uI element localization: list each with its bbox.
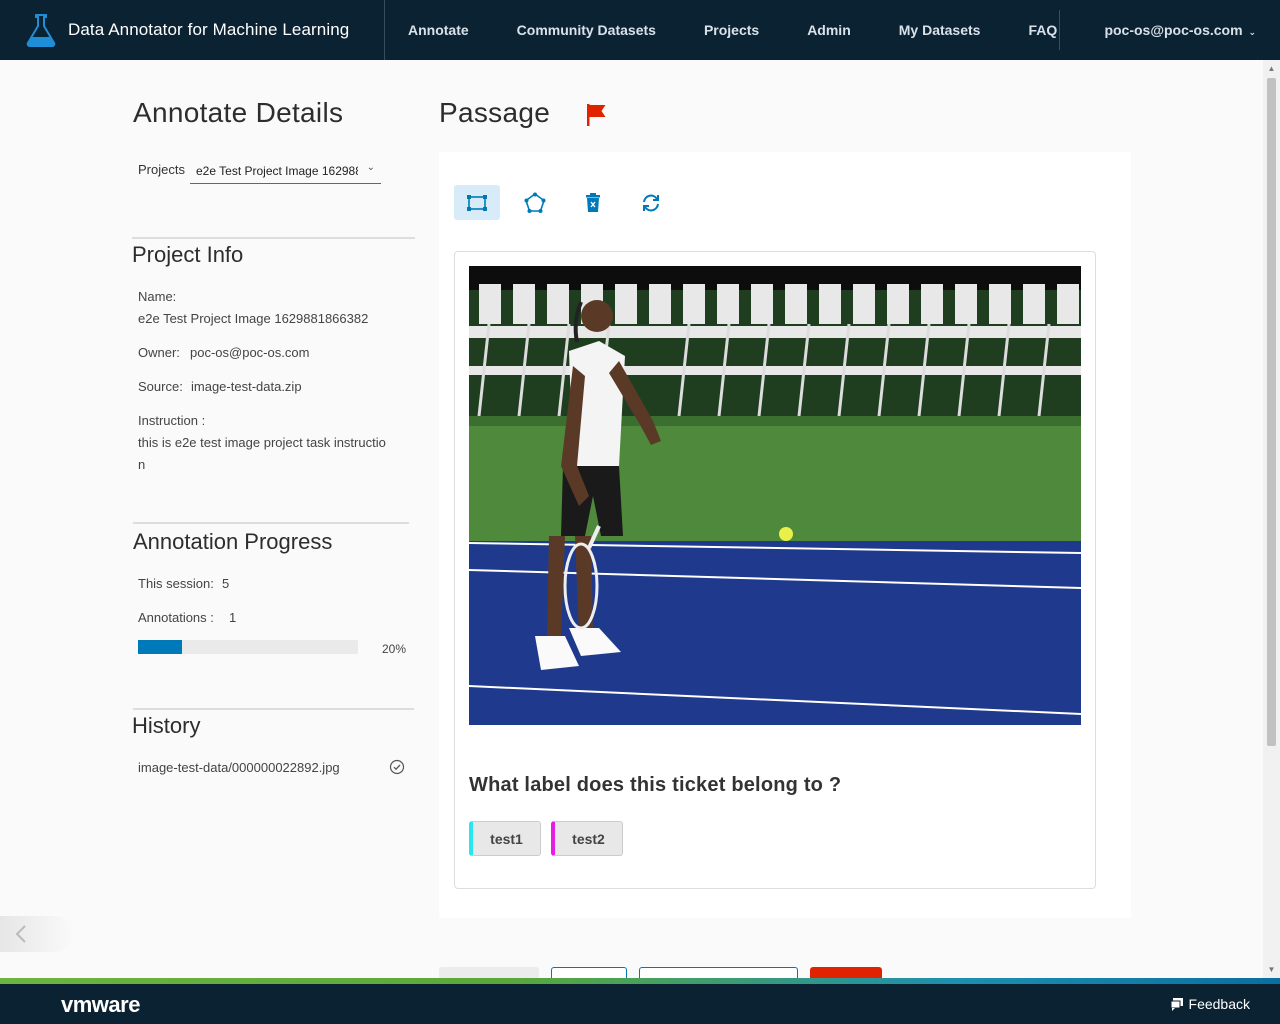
instruction-text-line1: this is e2e test image project task inst… — [138, 435, 386, 450]
check-circle-icon — [389, 759, 405, 775]
progress-bar — [138, 640, 358, 654]
feedback-button[interactable]: Feedback — [1170, 996, 1250, 1012]
annotate-details-title: Annotate Details — [133, 97, 344, 128]
brand[interactable]: Data Annotator for Machine Learning — [0, 0, 385, 60]
chevron-left-icon — [15, 925, 26, 943]
polygon-icon — [524, 192, 546, 213]
delete-icon — [586, 192, 600, 212]
divider — [133, 708, 414, 710]
nav-community-datasets[interactable]: Community Datasets — [517, 0, 656, 60]
user-email: poc-os@poc-os.com — [1104, 22, 1243, 38]
flag-icon[interactable] — [586, 103, 608, 127]
scroll-down-arrow-icon[interactable]: ▼ — [1263, 961, 1280, 978]
page-scrollbar[interactable]: ▲ ▼ — [1263, 60, 1280, 978]
chevron-down-icon: ⌄ — [366, 162, 375, 173]
divider — [133, 522, 409, 524]
annotation-progress-heading: Annotation Progress — [133, 529, 333, 554]
refresh-tool-button[interactable] — [628, 185, 674, 220]
nav-my-datasets[interactable]: My Datasets — [899, 0, 981, 60]
refresh-icon — [643, 194, 659, 211]
owner-label: Owner: — [138, 345, 180, 360]
progress-bar-fill — [138, 640, 182, 654]
question-text: What label does this ticket belong to ? — [469, 774, 842, 796]
nav-projects[interactable]: Projects — [704, 0, 759, 60]
progress-percent: 20% — [382, 642, 407, 656]
passage-title: Passage — [439, 97, 551, 128]
flask-logo-icon — [26, 14, 56, 47]
history-item[interactable]: image-test-data/000000022892.jpg — [138, 760, 340, 775]
source-label: Source: — [138, 379, 183, 394]
nav-annotate[interactable]: Annotate — [408, 0, 469, 60]
app-title: Data Annotator for Machine Learning — [68, 20, 350, 39]
sidebar-collapse-tab[interactable] — [0, 916, 74, 952]
project-info-heading: Project Info — [132, 242, 244, 267]
annotation-image[interactable] — [469, 266, 1081, 725]
nav-admin[interactable]: Admin — [807, 0, 851, 60]
session-value: 5 — [222, 576, 230, 591]
scroll-thumb[interactable] — [1267, 78, 1276, 746]
label-text: test2 — [572, 830, 605, 847]
label-button-test1[interactable]: test1 — [469, 821, 541, 856]
nav-divider — [1059, 10, 1060, 50]
name-label: Name: — [138, 289, 177, 304]
annotations-value: 1 — [229, 610, 237, 625]
main-nav: Annotate Community Datasets Projects Adm… — [385, 0, 1057, 60]
feedback-label: Feedback — [1188, 996, 1250, 1012]
project-select-value: e2e Test Project Image 1629881866382 — [196, 164, 358, 178]
chevron-down-icon: ⌄ — [1248, 27, 1256, 37]
scroll-up-arrow-icon[interactable]: ▲ — [1263, 60, 1280, 77]
nav-faq[interactable]: FAQ — [1028, 0, 1057, 60]
session-label: This session: — [138, 576, 214, 591]
divider — [132, 237, 415, 239]
footer: vmware Feedback — [0, 984, 1280, 1024]
delete-tool-button[interactable] — [570, 185, 616, 220]
name-value: e2e Test Project Image 1629881866382 — [138, 311, 369, 326]
label-button-test2[interactable]: test2 — [551, 821, 623, 856]
history-heading: History — [132, 713, 201, 738]
owner-value: poc-os@poc-os.com — [190, 345, 310, 360]
instruction-text-line2: n — [138, 457, 146, 472]
instruction-label: Instruction : — [138, 413, 206, 428]
annotations-label: Annotations : — [138, 610, 214, 625]
bounding-box-tool-button[interactable] — [454, 185, 500, 220]
project-select[interactable]: e2e Test Project Image 1629881866382 ⌄ — [190, 160, 381, 184]
top-header: Data Annotator for Machine Learning Anno… — [0, 0, 1280, 60]
polygon-tool-button[interactable] — [512, 185, 558, 220]
vmware-logo: vmware — [61, 992, 140, 1017]
source-value: image-test-data.zip — [191, 379, 302, 394]
bounding-box-icon — [467, 194, 487, 211]
projects-label: Projects — [138, 162, 185, 177]
feedback-icon — [1170, 998, 1183, 1011]
user-menu[interactable]: poc-os@poc-os.com ⌄ — [1104, 0, 1256, 60]
label-text: test1 — [490, 830, 523, 847]
